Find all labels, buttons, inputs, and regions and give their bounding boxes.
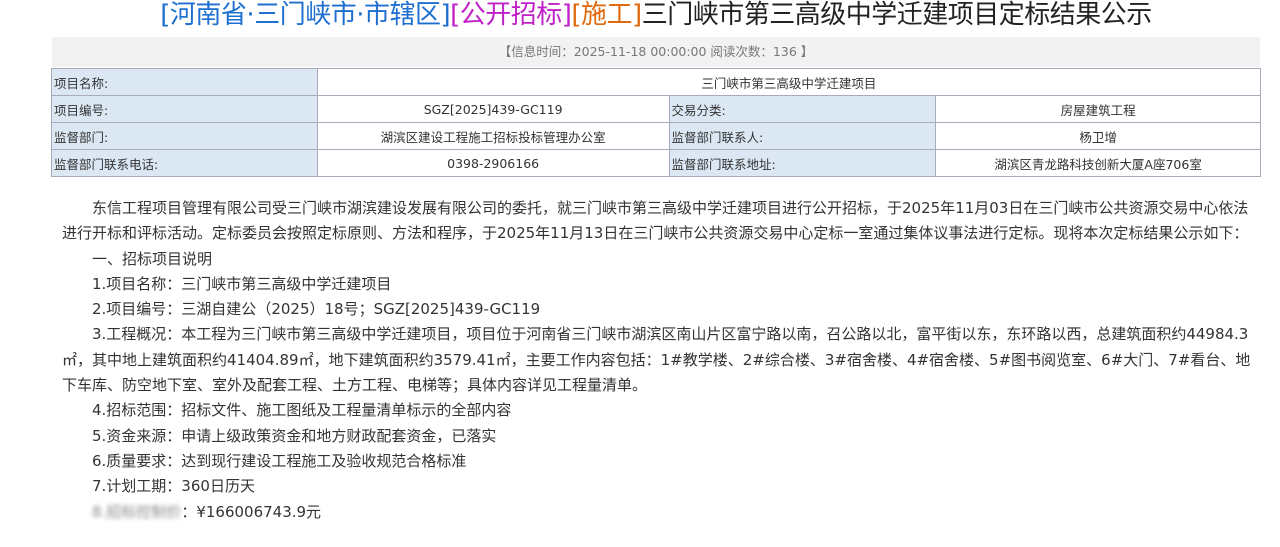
list-item: 4.招标范围：招标文件、施工图纸及工程量清单标示的全部内容 — [92, 401, 512, 420]
table-row: 项目名称: 三门峡市第三高级中学迁建项目 — [51, 68, 1262, 96]
list-item: 8.招标控制价：¥166006743.9元 — [62, 500, 1262, 525]
phone-value: 0398-2906166 — [316, 149, 670, 177]
intro-paragraph: 东信工程项目管理有限公司受三门峡市湖滨建设发展有限公司的委托，就三门峡市第三高级… — [62, 199, 1249, 243]
supervisor-contact-value: 杨卫增 — [935, 122, 1261, 150]
section-heading: 一、招标项目说明 — [92, 249, 213, 268]
project-no-label: 项目编号: — [51, 95, 318, 123]
control-price: ：¥166006743.9元 — [181, 502, 322, 521]
address-value: 湖滨区青龙路科技创新大厦A座706室 — [935, 149, 1261, 177]
list-item: 1.项目名称：三门峡市第三高级中学迁建项目 — [92, 274, 392, 293]
project-name-value: 三门峡市第三高级中学迁建项目 — [316, 68, 1262, 96]
title-text: 三门峡市第三高级中学迁建项目定标结果公示 — [641, 0, 1153, 30]
page-title: [河南省·三门峡市·市辖区][公开招标][施工]三门峡市第三高级中学迁建项目定标… — [0, 0, 1280, 31]
project-info-table: 项目名称: 三门峡市第三高级中学迁建项目 项目编号: SGZ[2025]439-GC… — [51, 68, 1262, 177]
category-tag[interactable]: [施工] — [571, 0, 642, 30]
table-row: 监督部门: 湖滨区建设工程施工招标投标管理办公室 监督部门联系人: 杨卫增 — [51, 122, 1261, 150]
phone-label: 监督部门联系电话: — [51, 149, 318, 177]
type-tag[interactable]: [公开招标] — [450, 0, 572, 30]
table-row: 监督部门联系电话: 0398-2906166 监督部门联系地址: 湖滨区青龙路科技创新… — [51, 149, 1261, 177]
supervisor-value: 湖滨区建设工程施工招标投标管理办公室 — [316, 122, 670, 150]
info-meta: 【信息时间：2025-11-18 00:00:00 阅读次数：136 】 — [52, 37, 1260, 67]
obscured-label: 8.招标控制价 — [92, 502, 182, 521]
supervisor-contact-label: 监督部门联系人: — [668, 122, 937, 150]
list-item: 5.资金来源：申请上级政策资金和地方财政配套资金，已落实 — [92, 426, 497, 445]
list-item: 3.工程概况：本工程为三门峡市第三高级中学迁建项目，项目位于河南省三门峡市湖滨区… — [62, 325, 1251, 395]
table-row: 项目编号: SGZ[2025]439-GC119 交易分类: 房屋建筑工程 — [51, 95, 1261, 123]
supervisor-label: 监督部门: — [51, 122, 318, 150]
trade-type-label: 交易分类: — [668, 95, 937, 123]
project-name-label: 项目名称: — [51, 68, 318, 96]
region-tag[interactable]: [河南省·三门峡市·市辖区] — [160, 0, 450, 30]
list-item: 2.项目编号：三湖自建公（2025）18号；SGZ[2025]439-GC119 — [92, 300, 541, 319]
project-no-value: SGZ[2025]439-GC119 — [316, 95, 670, 123]
list-item: 6.质量要求：达到现行建设工程施工及验收规范合格标准 — [92, 451, 467, 470]
address-label: 监督部门联系地址: — [668, 149, 937, 177]
trade-type-value: 房屋建筑工程 — [935, 95, 1261, 123]
announcement-body: 东信工程项目管理有限公司受三门峡市湖滨建设发展有限公司的委托，就三门峡市第三高级… — [62, 196, 1262, 525]
list-item: 7.计划工期：360日历天 — [92, 477, 255, 496]
